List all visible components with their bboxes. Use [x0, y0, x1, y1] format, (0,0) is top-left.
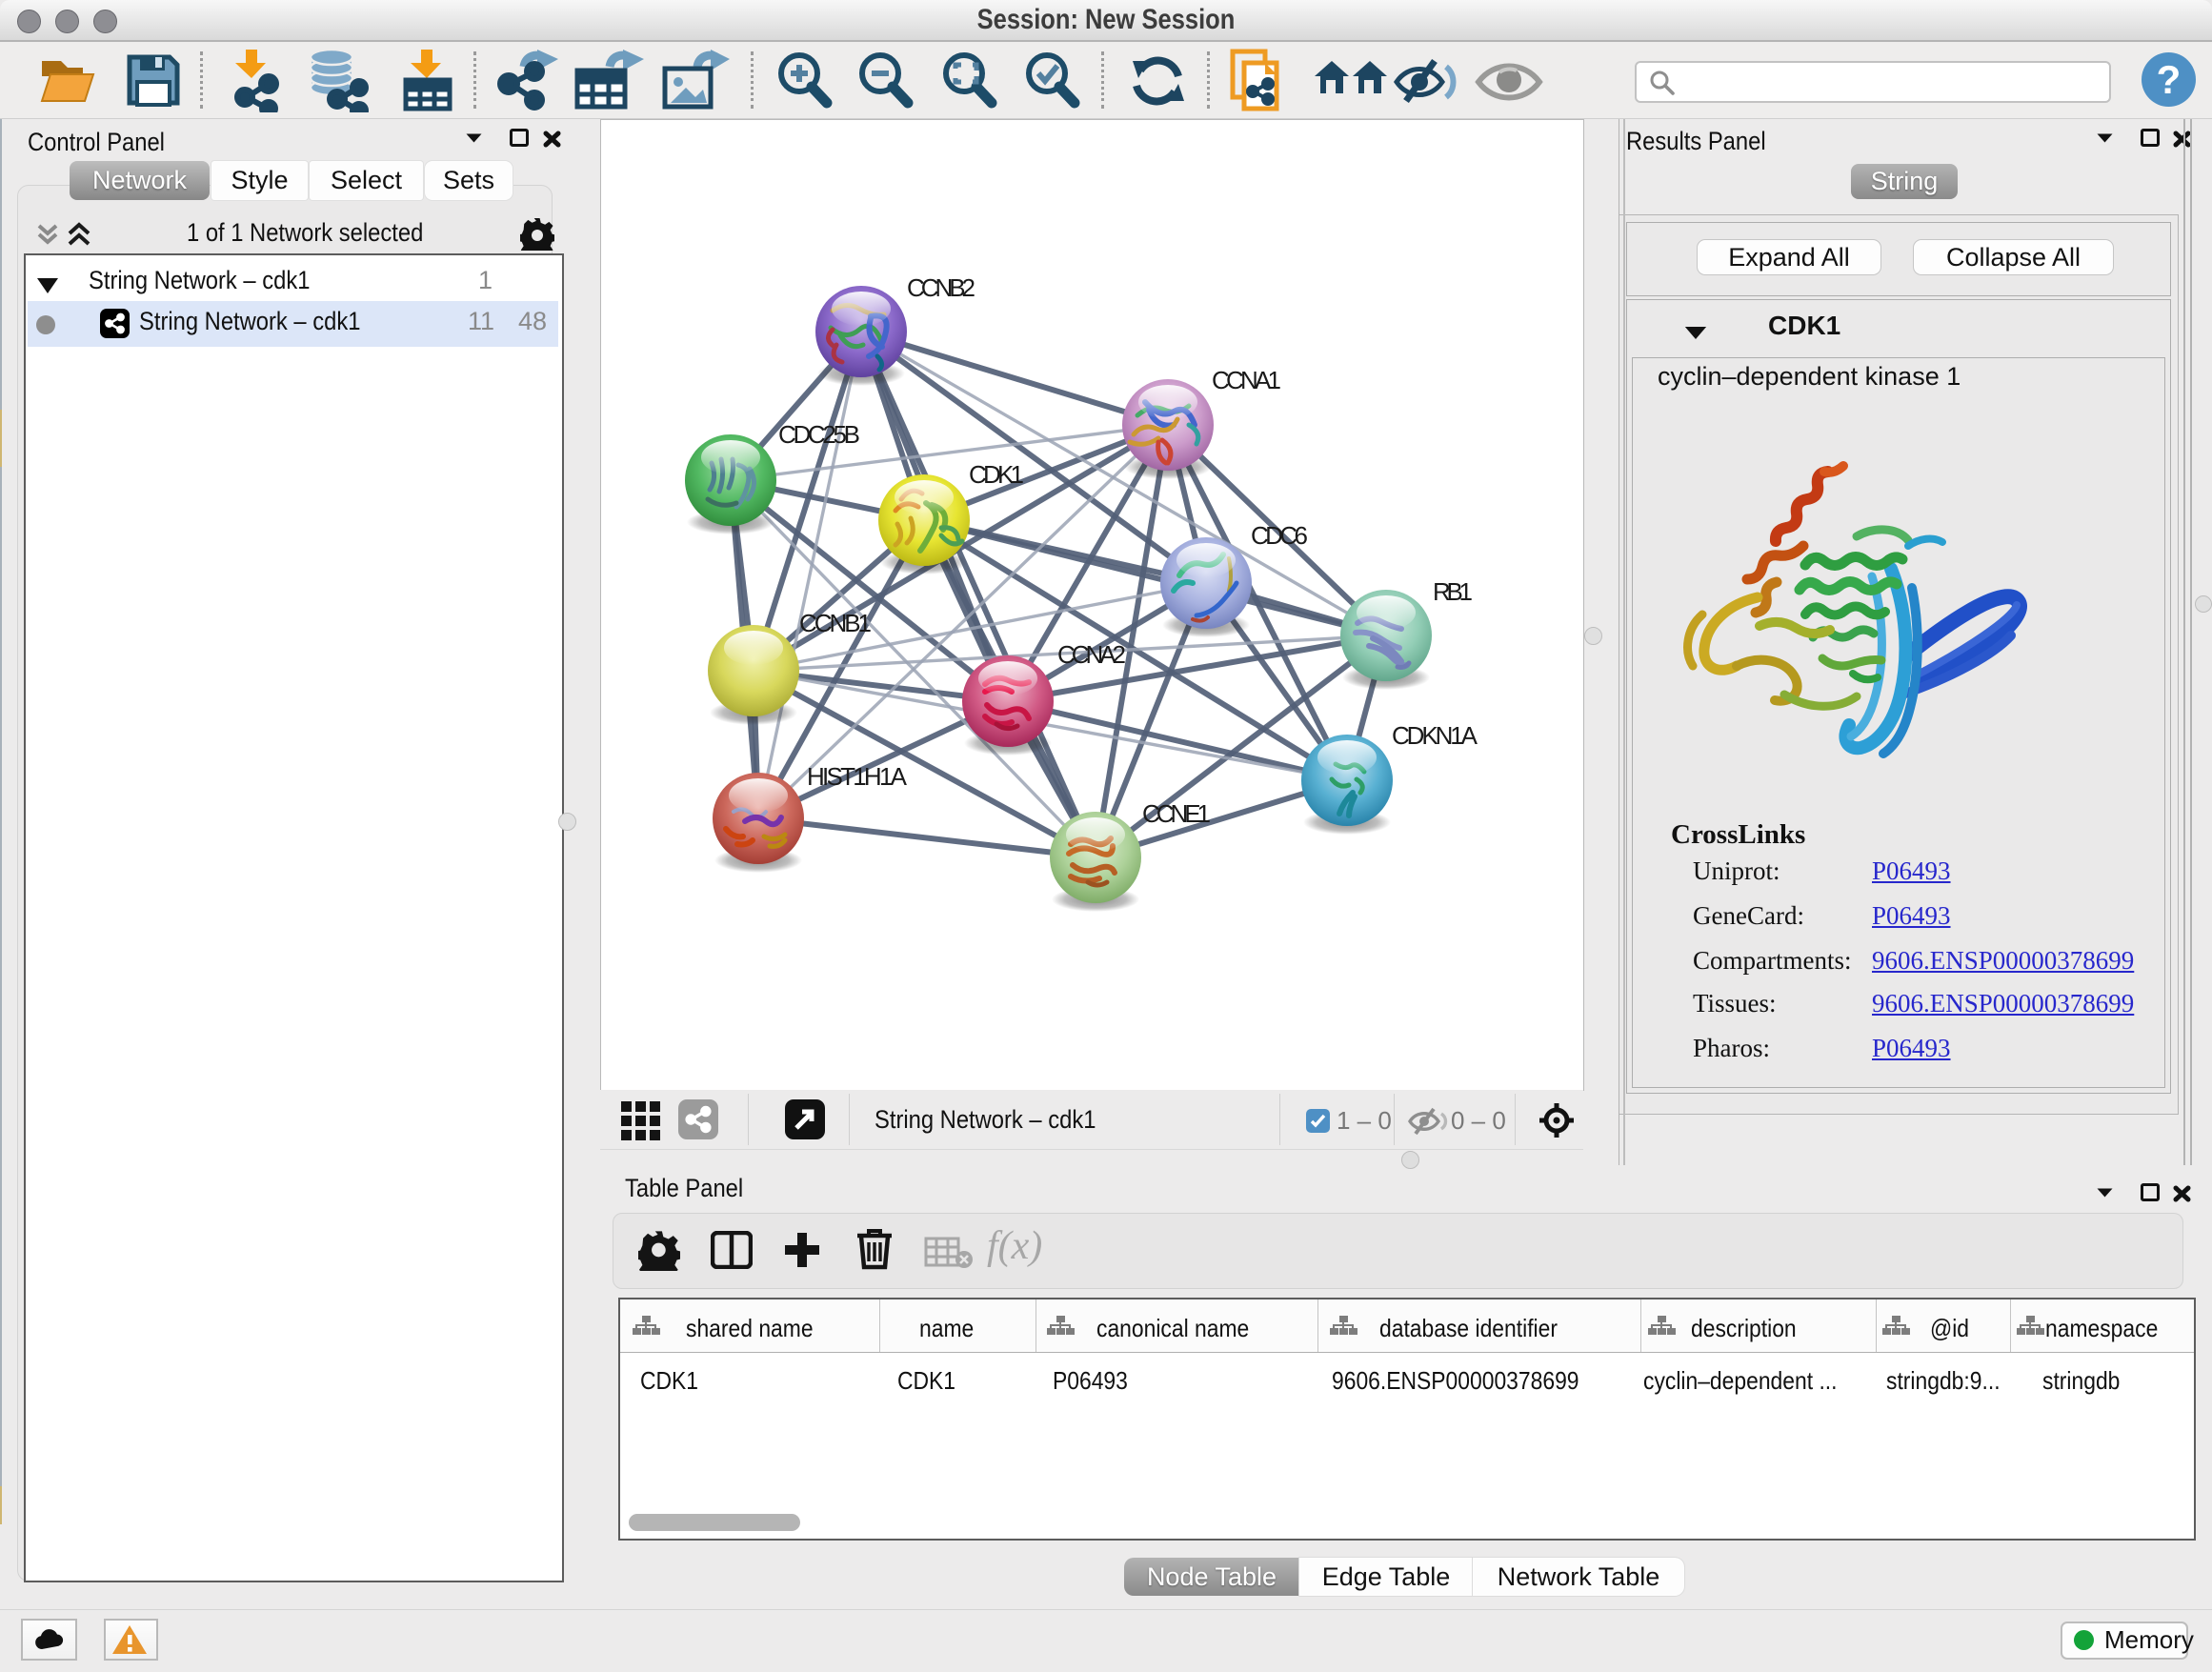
svg-text:CCNA2: CCNA2 [1057, 640, 1126, 669]
svg-text:CCNB1: CCNB1 [799, 609, 872, 637]
svg-text:CDKN1A: CDKN1A [1392, 721, 1478, 750]
svg-text:CCNB2: CCNB2 [907, 273, 975, 302]
svg-text:CDC6: CDC6 [1251, 521, 1308, 550]
svg-text:CDK1: CDK1 [969, 460, 1024, 489]
svg-text:CDC25B: CDC25B [778, 420, 860, 449]
svg-text:CCNA1: CCNA1 [1212, 366, 1281, 394]
svg-text:RB1: RB1 [1433, 577, 1473, 606]
svg-text:HIST1H1A: HIST1H1A [807, 762, 908, 791]
svg-text:CCNE1: CCNE1 [1142, 799, 1211, 828]
